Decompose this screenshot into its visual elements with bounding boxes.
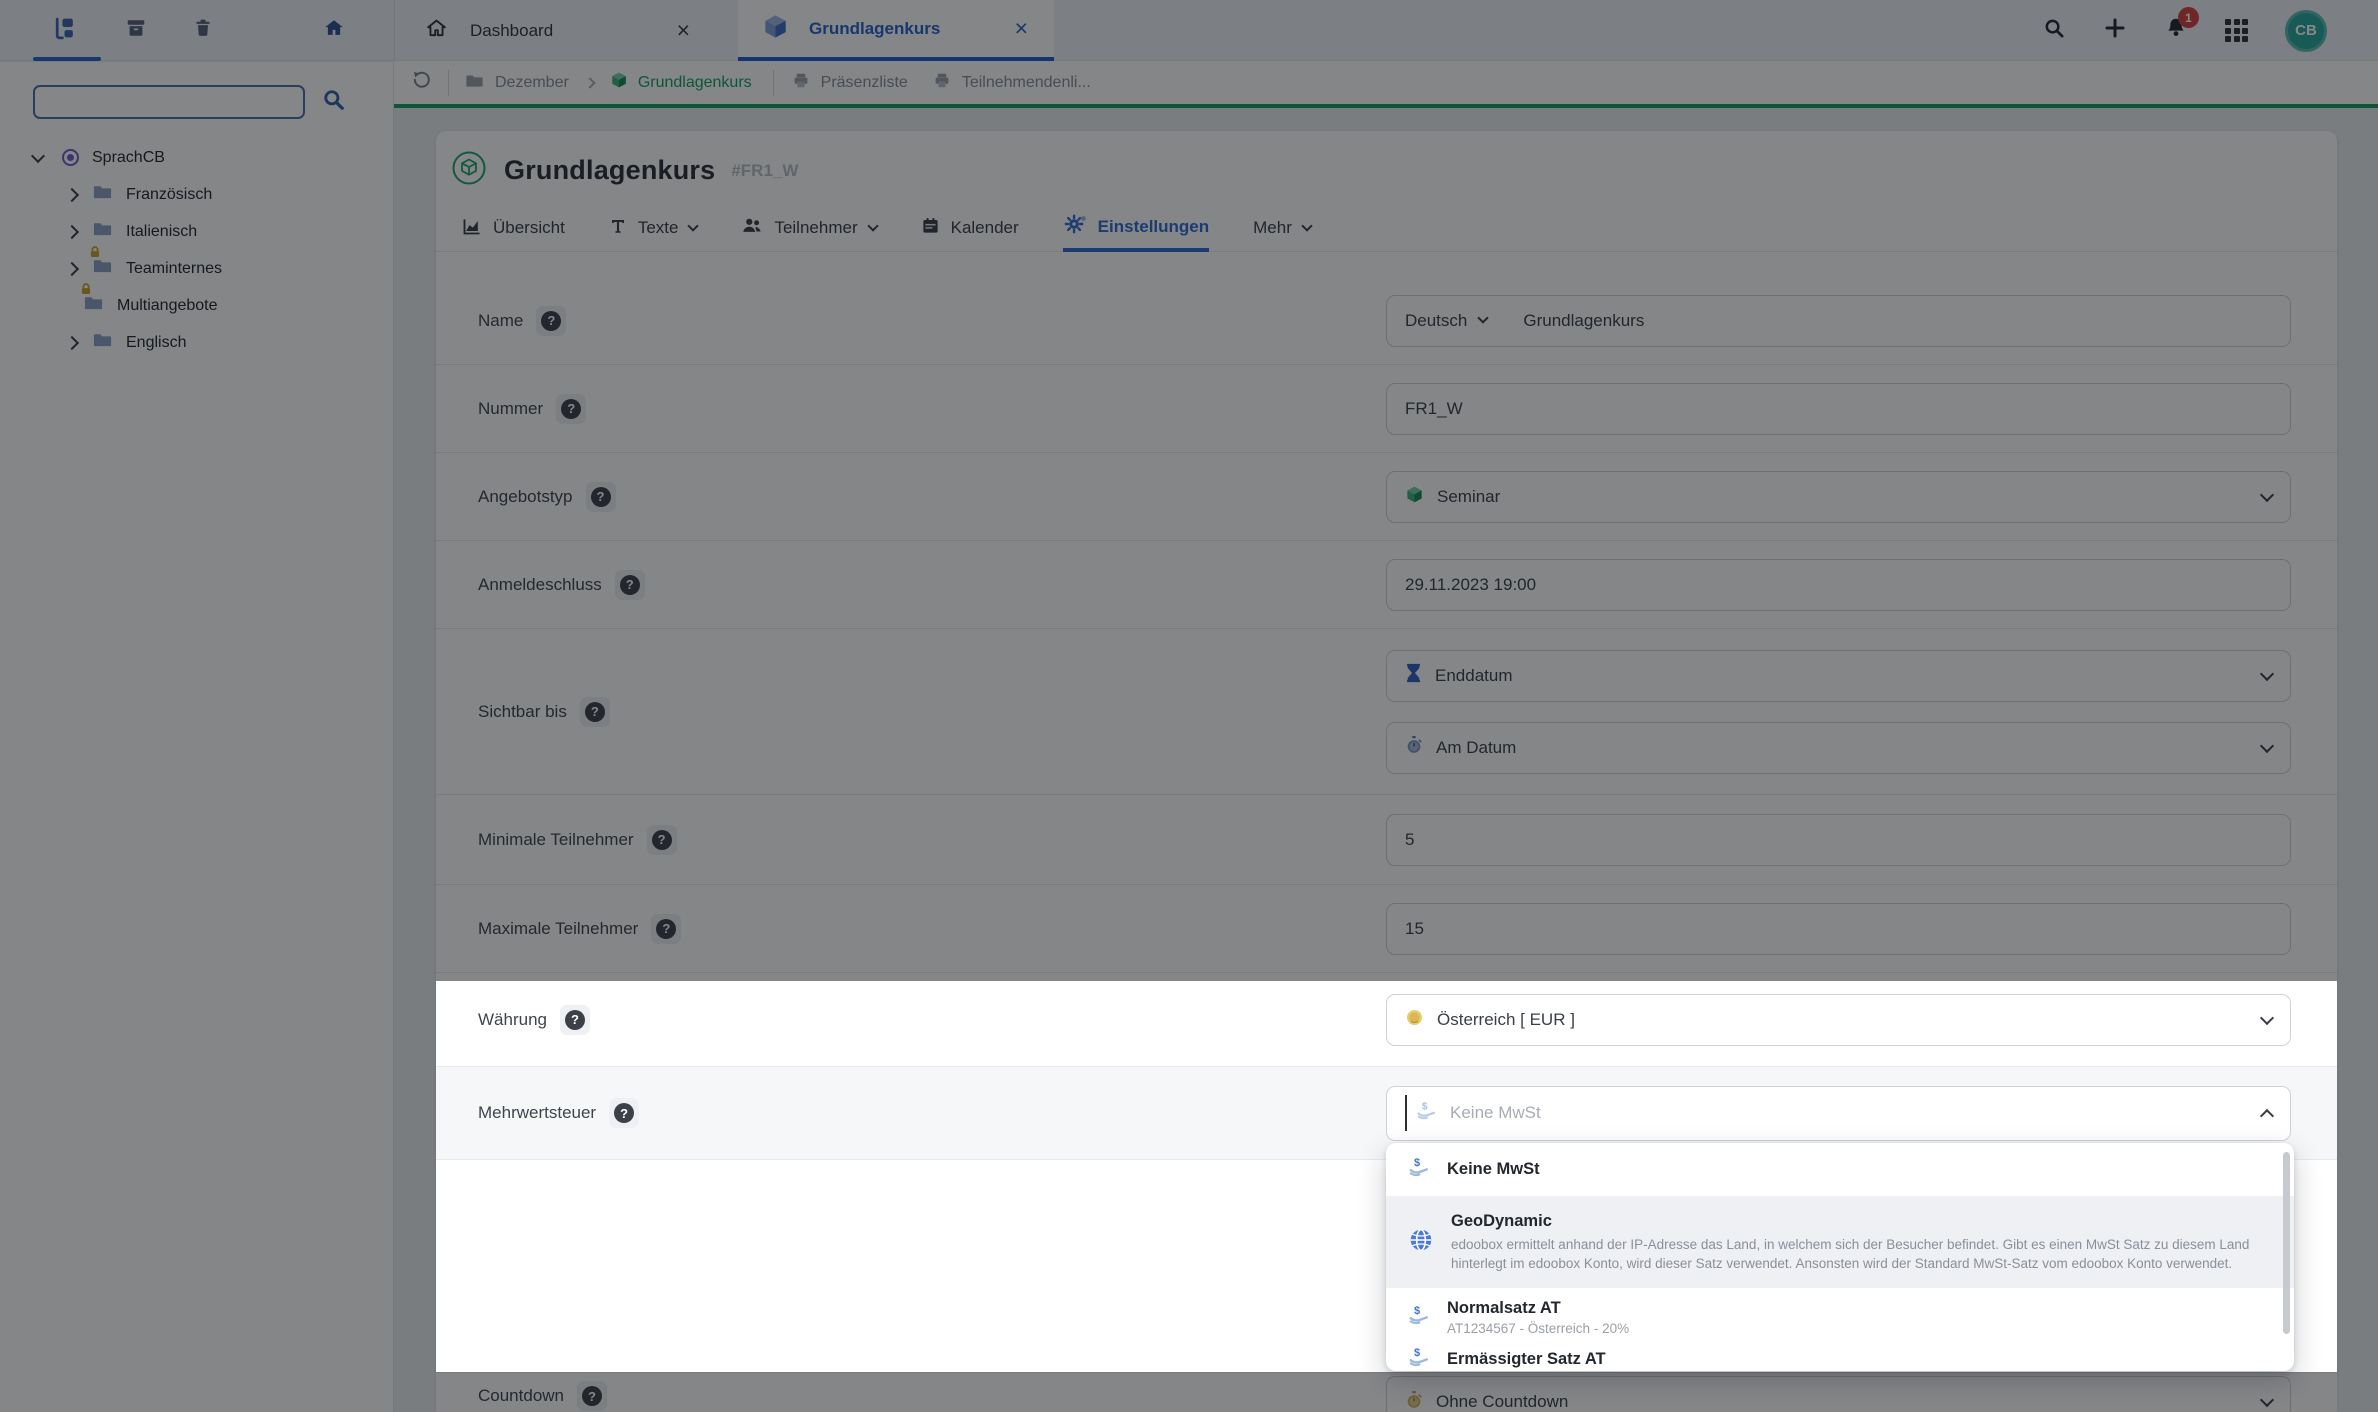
text-cursor	[1405, 1095, 1407, 1131]
waehrung-select[interactable]: Österreich [ EUR ]	[1386, 994, 2291, 1046]
app-window: Dashboard × Grundlagenkurs × 1	[0, 0, 2378, 1412]
globe-icon	[1408, 1227, 1434, 1258]
mehrwertsteuer-dropdown: $ Keine MwSt GeoDynamic edoobox ermittel…	[1386, 1143, 2294, 1371]
option-title: GeoDynamic	[1451, 1212, 2251, 1231]
form-row-waehrung: Währung ? Österreich [ EUR ]	[436, 973, 2337, 1067]
help-icon[interactable]: ?	[609, 1098, 639, 1128]
option-title: Normalsatz AT	[1447, 1299, 1629, 1318]
field-label: Mehrwertsteuer	[478, 1103, 596, 1123]
overlay-bottom	[0, 1372, 2378, 1412]
svg-text:$: $	[1422, 1101, 1428, 1113]
chevron-down-icon	[2260, 1010, 2274, 1024]
svg-text:$: $	[1414, 1157, 1420, 1169]
coin-icon	[1405, 1008, 1424, 1032]
option-ermaessigter-satz-at[interactable]: $ Ermässigter Satz AT	[1386, 1346, 2294, 1371]
mehrwertsteuer-combobox[interactable]: $ Keine MwSt	[1386, 1086, 2291, 1141]
option-description: edoobox ermittelt anhand der IP-Adresse …	[1451, 1235, 2251, 1273]
overlay-top	[0, 0, 2378, 981]
svg-text:$: $	[1414, 1347, 1420, 1359]
option-keine-mwst[interactable]: $ Keine MwSt	[1386, 1143, 2294, 1196]
overlay-left	[0, 981, 436, 1372]
option-normalsatz-at[interactable]: $ Normalsatz AT AT1234567 - Österreich -…	[1386, 1288, 2294, 1346]
tax-hand-icon: $	[1408, 1346, 1430, 1372]
svg-text:$: $	[1414, 1305, 1420, 1317]
option-title: Ermässigter Satz AT	[1447, 1350, 1606, 1369]
chevron-up-icon	[2260, 1109, 2274, 1123]
option-title: Keine MwSt	[1447, 1160, 1540, 1179]
tax-hand-icon: $	[1408, 1156, 1430, 1183]
field-label: Währung	[478, 1010, 547, 1030]
option-description: AT1234567 - Österreich - 20%	[1447, 1321, 1629, 1336]
help-icon[interactable]: ?	[560, 1005, 590, 1035]
tax-hand-icon: $	[1408, 1304, 1430, 1331]
waehrung-value: Österreich [ EUR ]	[1437, 1010, 1575, 1030]
tax-hand-icon: $	[1416, 1100, 1437, 1126]
overlay-right	[2337, 981, 2378, 1372]
mehrwertsteuer-placeholder: Keine MwSt	[1450, 1103, 1541, 1123]
option-geodynamic[interactable]: GeoDynamic edoobox ermittelt anhand der …	[1386, 1196, 2294, 1288]
dropdown-scrollbar[interactable]	[2283, 1152, 2290, 1334]
